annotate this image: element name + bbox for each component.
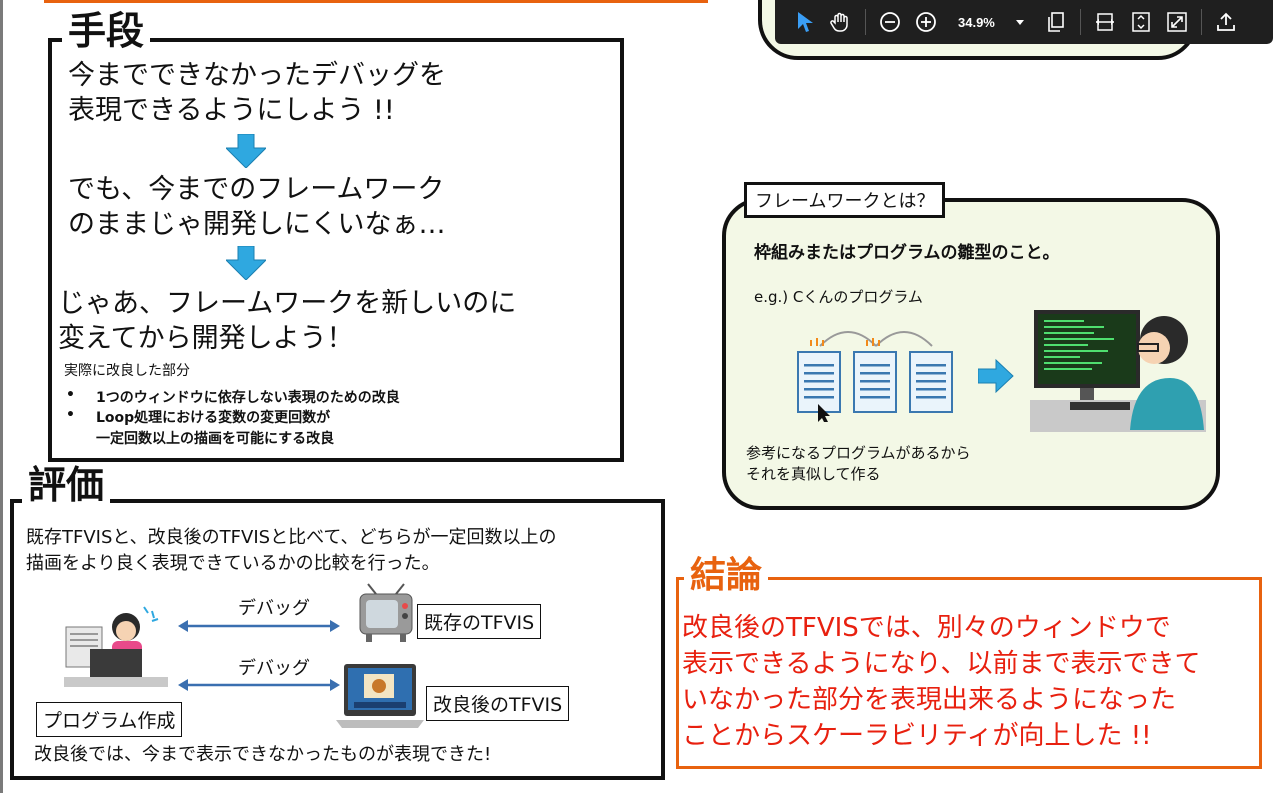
program-creation-label: プログラム作成 [36,702,183,737]
laptop-icon [336,664,424,728]
evaluation-heading: 評価 [22,466,111,504]
method-line2a: でも、今までのフレームワーク [68,174,445,205]
method-line3b: 変えてから開発しよう！ [58,323,354,354]
evaluation-desc1: 既存TFVISと、改良後のTFVISと比べて、どちらが一定回数以上の [26,527,557,548]
bullet-item-continuation: 一定回数以上の描画を可能にする改良 [96,431,335,447]
fullscreen-icon[interactable] [1162,7,1192,37]
bullet-item: Loop処理における変数の変更回数が [96,410,331,426]
framework-example: e.g.) Cくんのプログラム [754,288,923,306]
conclusion-heading: 結論 [684,558,769,594]
zoom-level[interactable]: 34.9% [958,15,995,30]
upload-icon[interactable] [1211,7,1241,37]
improved-tfvis-label: 改良後のTFVIS [426,686,570,721]
fit-page-icon[interactable] [1126,7,1156,37]
debug-label: デバッグ [238,658,310,679]
method-line2b: のままじゃ開発しにくいなぁ… [68,209,446,240]
evaluation-result: 改良後では、今まで表示できなかったものが表現できた! [34,744,492,765]
hand-pan-icon[interactable] [826,7,856,37]
evaluation-desc2: 描画をより良く表現できているかの比較を行った。 [26,553,440,574]
down-arrow-icon [226,134,266,168]
conclusion-line: 改良後のTFVISでは、別々のウィンドウで [682,613,1171,643]
method-line1a: 今までできなかったデバッグを [68,60,446,91]
method-line1b: 表現できるようにしよう !! [68,95,395,126]
documents-illustration [797,331,953,422]
bullet-dot: • [66,387,75,403]
person-computer-illustration [64,606,168,687]
pdf-toolbar: 34.9% [775,0,1273,44]
method-subheading: 実際に改良した部分 [64,363,190,379]
conclusion-text: 改良後のTFVISでは、別々のウィンドウで 表示できるようになり、以前まで表示で… [682,610,1200,754]
framework-note2: それを真似して作る [746,465,881,483]
toolbar-separator [865,9,866,35]
zoom-in-icon[interactable] [911,7,941,37]
bullet-dot: • [66,407,75,423]
method-line3a: じゃあ、フレームワークを新しいのに [58,288,517,319]
fit-width-icon[interactable] [1090,7,1120,37]
old-tv-icon [359,583,413,642]
toolbar-separator [1079,9,1081,35]
zoom-dropdown-icon[interactable] [1005,7,1035,37]
framework-tag: フレームワークとは？ [744,182,946,218]
copy-icon[interactable] [1041,7,1071,37]
conclusion-line: 表示できるようになり、以前まで表示できて [682,649,1201,679]
conclusion-line: いなかった部分を表現出来るようになった [682,685,1177,715]
programmer-illustration [1030,310,1206,432]
orange-top-rule [44,0,708,3]
conclusion-line: ことからスケーラビリティが向上した !! [682,721,1152,751]
framework-definition: 枠組みまたはプログラムの雛型のこと。 [754,243,1060,263]
zoom-out-icon[interactable] [875,7,905,37]
bullet-item: 1つのウィンドウに依存しない表現のための改良 [96,390,400,406]
down-arrow-icon [226,246,266,280]
framework-note1: 参考になるプログラムがあるから [746,444,971,462]
toolbar-separator [1200,9,1202,35]
existing-tfvis-label: 既存のTFVIS [417,604,542,639]
debug-label: デバッグ [238,598,310,619]
method-heading: 手段 [62,12,151,50]
left-border [0,0,3,793]
select-pointer-icon[interactable] [790,7,820,37]
right-arrow-icon [978,358,1014,394]
